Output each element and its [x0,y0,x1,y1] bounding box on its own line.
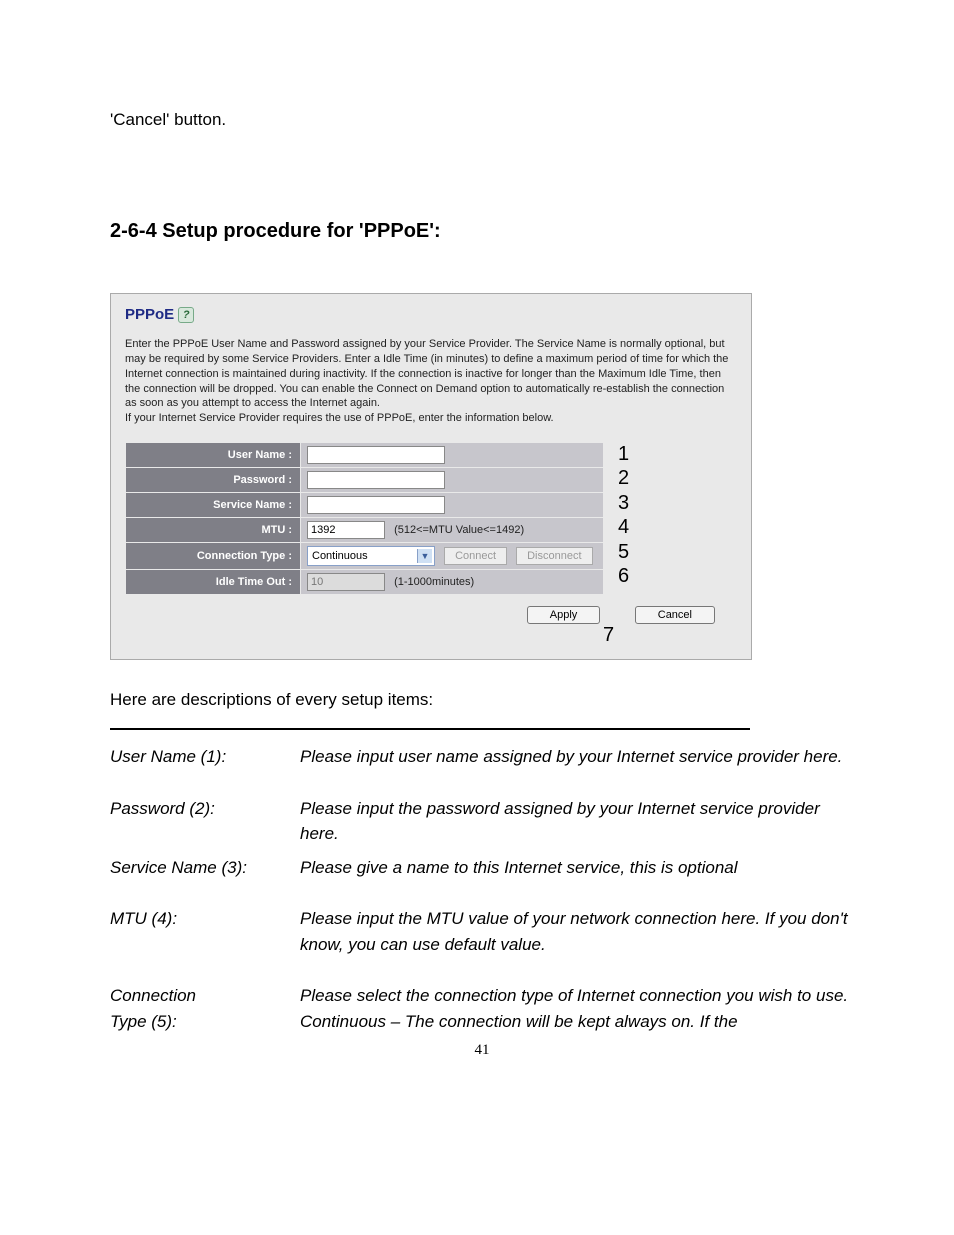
desc-term: Service Name (3): [110,855,300,907]
desc-term: MTU (4): [110,906,300,983]
callout-5: 5 [618,540,629,564]
callout-1: 1 [618,442,629,466]
label-idle-time-out: Idle Time Out : [126,570,301,595]
label-connection-type: Connection Type : [126,543,301,570]
desc-term: Connection Type (5): [110,983,300,1038]
divider [110,728,750,730]
cancel-button[interactable]: Cancel [635,606,715,624]
prev-page-fragment: 'Cancel' button. [110,110,854,130]
desc-def: Please input user name assigned by your … [300,744,854,796]
connection-type-select[interactable]: Continuous ▼ [307,546,435,566]
panel-title-text: PPPoE [125,306,174,323]
desc-term: Password (2): [110,796,300,855]
desc-def: Please input the MTU value of your netwo… [300,906,854,983]
mtu-input[interactable] [307,521,385,539]
section-heading: 2-6-4 Setup procedure for 'PPPoE': [110,220,854,243]
user-name-input[interactable] [307,446,445,464]
desc-def: Please input the password assigned by yo… [300,796,854,855]
mtu-hint: (512<=MTU Value<=1492) [394,524,524,536]
chevron-down-icon: ▼ [417,549,432,563]
callout-6: 6 [618,564,629,588]
desc-def: Please give a name to this Internet serv… [300,855,854,907]
label-user-name: User Name : [126,443,301,468]
callout-4: 4 [618,515,629,539]
page-number: 41 [110,1042,854,1059]
disconnect-button[interactable]: Disconnect [516,547,592,565]
desc-row: Connection Type (5): Please select the c… [110,983,854,1038]
panel-title: PPPoE ? [125,306,737,323]
desc-row: MTU (4): Please input the MTU value of y… [110,906,854,983]
label-password: Password : [126,468,301,493]
callout-7: 7 [125,624,737,647]
password-input[interactable] [307,471,445,489]
desc-term: User Name (1): [110,744,300,796]
pppoe-form: User Name : Password : Service Name : MT… [125,442,604,595]
label-mtu: MTU : [126,518,301,543]
idle-timeout-input[interactable] [307,573,385,591]
label-service-name: Service Name : [126,493,301,518]
connection-type-value: Continuous [312,550,368,562]
desc-row: Password (2): Please input the password … [110,796,854,855]
apply-button[interactable]: Apply [527,606,601,624]
help-icon[interactable]: ? [178,307,194,323]
router-screenshot: PPPoE ? Enter the PPPoE User Name and Pa… [110,293,752,660]
descriptions-table: User Name (1): Please input user name as… [110,744,854,1038]
panel-description: Enter the PPPoE User Name and Password a… [125,337,737,426]
callout-numbers: 1 2 3 4 5 6 [618,442,629,588]
service-name-input[interactable] [307,496,445,514]
descriptions-intro: Here are descriptions of every setup ite… [110,690,854,710]
idle-hint: (1-1000minutes) [394,576,474,588]
desc-def: Please select the connection type of Int… [300,983,854,1038]
connect-button[interactable]: Connect [444,547,507,565]
callout-3: 3 [618,491,629,515]
callout-2: 2 [618,466,629,490]
desc-row: User Name (1): Please input user name as… [110,744,854,796]
desc-row: Service Name (3): Please give a name to … [110,855,854,907]
